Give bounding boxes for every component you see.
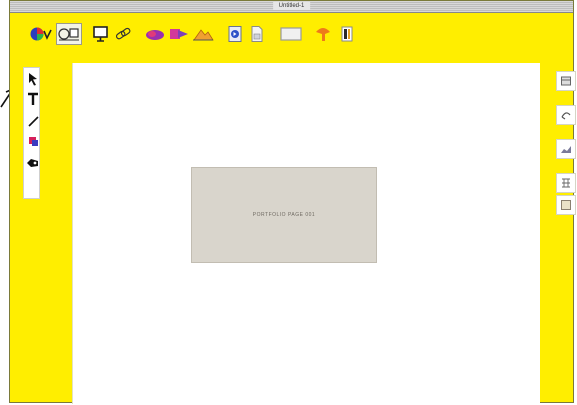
text-tool-icon[interactable]: [24, 90, 41, 108]
color-palette-icon[interactable]: [30, 23, 52, 45]
arrow-shape-icon[interactable]: [168, 23, 190, 45]
title-bar[interactable]: Untitled-1: [10, 1, 573, 13]
pan-hand-icon[interactable]: [24, 154, 41, 172]
page-canvas[interactable]: PORTFOLIO PAGE 001: [72, 63, 540, 404]
right-tool-palette: [556, 71, 576, 239]
link-icon[interactable]: [112, 23, 134, 45]
line-tool-icon[interactable]: [24, 112, 41, 130]
monitor-icon[interactable]: [90, 23, 112, 45]
document-icon[interactable]: [246, 23, 268, 45]
info-icon[interactable]: [336, 23, 358, 45]
fill-shape-icon[interactable]: [24, 132, 41, 150]
connector-icon[interactable]: [556, 105, 576, 125]
app-window: Untitled-1 PORTFOLIO PAGE 001: [9, 0, 576, 404]
placeholder-label: PORTFOLIO PAGE 001: [252, 212, 316, 218]
chart-icon[interactable]: [556, 139, 576, 159]
frame-icon[interactable]: [278, 23, 304, 45]
object-mode-icon[interactable]: [56, 23, 82, 45]
arrow-cursor-icon[interactable]: [24, 70, 41, 88]
image-icon[interactable]: [556, 195, 576, 215]
landscape-icon[interactable]: [192, 23, 214, 45]
left-tool-palette: [23, 67, 40, 199]
forward-page-icon[interactable]: [224, 23, 246, 45]
window-title: Untitled-1: [272, 2, 311, 10]
layout-icon[interactable]: [556, 71, 576, 91]
grid-icon[interactable]: [556, 173, 576, 193]
lightbulb-icon[interactable]: [312, 23, 334, 45]
shape-tool-icon[interactable]: [144, 23, 166, 45]
placeholder-box[interactable]: PORTFOLIO PAGE 001: [191, 167, 377, 263]
